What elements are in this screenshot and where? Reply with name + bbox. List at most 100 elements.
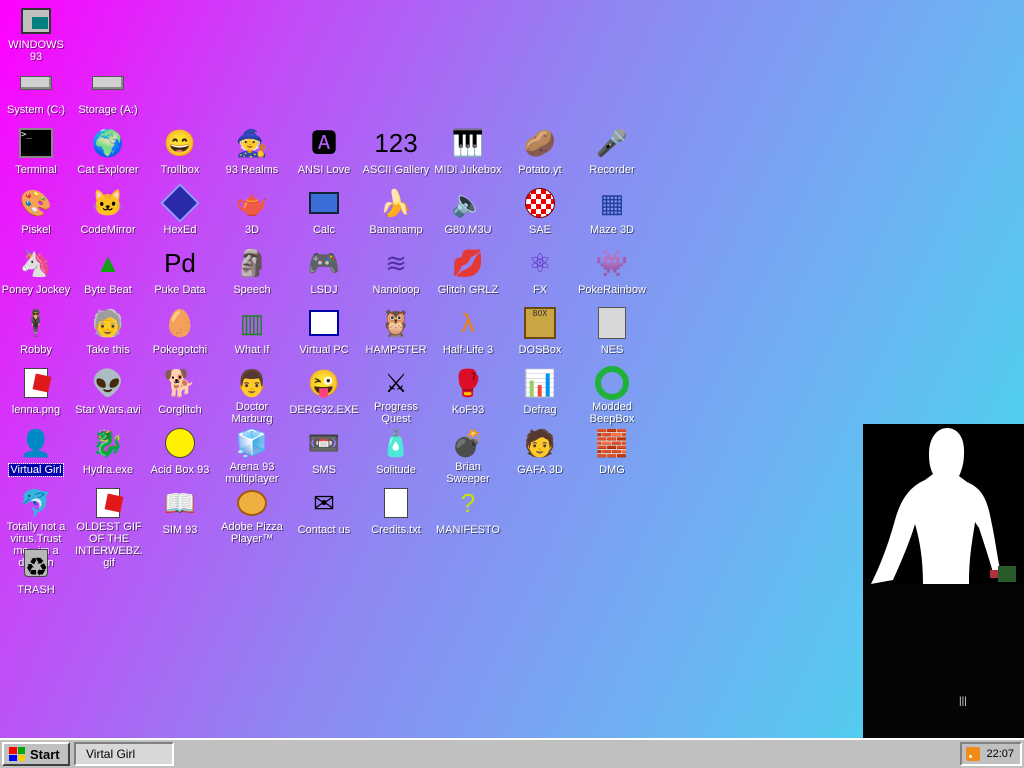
desktop-icon-maze3d[interactable]: ▦ Maze 3D — [576, 186, 648, 246]
desktop-icon-lenna[interactable]: lenna.png — [0, 366, 72, 426]
desktop-icon-hampster[interactable]: 🦉 HAMPSTER — [360, 306, 432, 366]
desktop-icon-moddedbeepbox[interactable]: Modded BeepBox — [576, 366, 648, 426]
desktop-icon-fx[interactable]: ⚛ FX — [504, 246, 576, 306]
desktop-icon-derg32[interactable]: 😜 DERG32.EXE — [288, 366, 360, 426]
desktop-icon-g80m3u[interactable]: 🔈 G80.M3U — [432, 186, 504, 246]
desktop-icon-hexed[interactable]: HexEd — [144, 183, 216, 246]
desktop-icon-dmg[interactable]: 🧱 DMG — [576, 426, 648, 486]
desktop-icon-halflife3[interactable]: λ Half-Life 3 — [432, 306, 504, 366]
desktop-icon-label: ASCII Gallery — [362, 164, 430, 176]
desktop-icon-hydra[interactable]: 🐉 Hydra.exe — [72, 426, 144, 486]
desktop-icon-asciigallery[interactable]: 123 ASCII Gallery — [360, 126, 432, 186]
desktop-icon-manifesto[interactable]: ? MANIFESTO — [432, 486, 504, 546]
desktop-icon-label: 3D — [244, 224, 260, 236]
crossed-swords-icon: ⚔ — [384, 368, 408, 398]
desktop-icon-speech[interactable]: 🗿 Speech — [216, 246, 288, 306]
desktop-icon-label: DERG32.EXE — [289, 404, 359, 416]
desktop-icon-system[interactable]: System (C:) — [0, 66, 72, 126]
rss-icon[interactable] — [966, 747, 981, 761]
desktop-icon-adobepizza[interactable]: Adobe Pizza Player™ — [216, 486, 288, 546]
desktop-icon-sim93[interactable]: 📖 SIM 93 — [144, 486, 216, 546]
sprites-icon: 👾 — [595, 248, 629, 278]
desktop-icon-whatif[interactable]: ▥ What If — [216, 306, 288, 366]
desktop-icon-dosbox[interactable]: BOX DOSBox — [504, 306, 576, 366]
desktop-icon-sae[interactable]: SAE — [504, 186, 576, 246]
desktop-icon-doctormarburg[interactable]: 👨 Doctor Marburg — [216, 366, 288, 426]
desktop-icon-label: HAMPSTER — [365, 344, 427, 356]
desktop-icon-storage[interactable]: Storage (A:) — [72, 66, 144, 126]
desktop-icon-gafa3d[interactable]: 🧑 GAFA 3D — [504, 426, 576, 486]
desktop-icon-poneyjockey[interactable]: 🦄 Poney Jockey — [0, 246, 72, 306]
desktop-icon-acidbox[interactable]: Acid Box 93 — [144, 426, 216, 486]
desktop-icon-robby[interactable]: 🕴 Robby — [0, 306, 72, 366]
desktop-icon-virtualgirl[interactable]: 👤 Virtual Girl — [0, 426, 72, 486]
desktop-icon-ansilove[interactable]: 🅰 ANSI Love — [288, 126, 360, 186]
virtual-girl-video-window[interactable]: ||| — [863, 424, 1024, 742]
dolphin-shortcut-icon: 🐬 — [19, 488, 53, 518]
ascii-numbers-icon: 123 — [374, 128, 418, 158]
desktop-icon-corglitch[interactable]: 🐕 Corglitch — [144, 366, 216, 426]
desktop-icon-oldestgif[interactable]: OLDEST GIF OF THE INTERWEBZ.gif — [72, 486, 144, 569]
teapot-icon: 🫖 — [235, 188, 269, 218]
desktop-icon-terminal[interactable]: >_ Terminal — [0, 126, 72, 186]
desktop-icon-sms[interactable]: 📼 SMS — [288, 426, 360, 486]
old-man-icon: 🧓 — [91, 308, 125, 338]
desktop-icon-label: CodeMirror — [80, 224, 136, 236]
desktop-icon-label: SAE — [528, 224, 551, 236]
desktop-icon-midijukebox[interactable]: 🎹 MIDI Jukebox — [432, 126, 504, 186]
desktop-icon-3d[interactable]: 🫖 3D — [216, 186, 288, 246]
desktop-icon-label: Credits.txt — [371, 524, 421, 536]
mine-icon: 💣 — [451, 428, 485, 458]
desktop-icon-pokegotchi[interactable]: 🥚 Pokegotchi — [144, 306, 216, 366]
desktop-icon-bananamp[interactable]: 🍌 Bananamp — [360, 186, 432, 246]
desktop-icon-label: SIM 93 — [162, 524, 198, 536]
desktop-icon-trash[interactable]: ♻ TRASH — [0, 546, 72, 606]
desktop-icon-recorder[interactable]: 🎤 Recorder — [576, 126, 648, 186]
desktop-icon-label: MANIFESTO — [436, 524, 500, 536]
taskbar-item-virtual-girl[interactable]: Virtal Girl — [74, 742, 174, 766]
desktop-icon-label: Progress Quest — [373, 401, 419, 425]
desktop-icon-glitchgrlz[interactable]: 💋 Glitch GRLZ — [432, 246, 504, 306]
desktop-icon-label: Corglitch — [158, 404, 202, 416]
desktop-icon-pokerainbow[interactable]: 👾 PokeRainbow — [576, 246, 648, 306]
desktop-icon-progressquest[interactable]: ⚔ Progress Quest — [360, 366, 432, 426]
desktop-icon-lsdj[interactable]: 🎮 LSDJ — [288, 246, 360, 306]
desktop-icon-solitude[interactable]: 🧴 Solitude — [360, 426, 432, 486]
desktop-icon-totallynotavirus[interactable]: 🐬Totally not a virus.Trust me...im a dol… — [0, 486, 72, 569]
desktop-icon-takethis[interactable]: 🧓 Take this — [72, 306, 144, 366]
system-tray: 22:07 — [960, 742, 1022, 766]
desktop-icon-pukedata[interactable]: Pd Puke Data — [144, 246, 216, 306]
desktop-icon-label: DOSBox — [518, 344, 562, 356]
wave-lines-icon: ≋ — [385, 248, 407, 278]
desktop-icon-label: MIDI Jukebox — [434, 164, 502, 176]
desktop-icon-credits[interactable]: Credits.txt — [360, 486, 432, 546]
nes-console-icon — [595, 306, 629, 340]
desktop-icon-catexplorer[interactable]: 🌍 Cat Explorer — [72, 126, 144, 186]
desktop-icon-calc[interactable]: Calc — [288, 186, 360, 246]
desktop-icon-arena93[interactable]: 🧊 Arena 93 multiplayer — [216, 426, 288, 486]
desktop-icon-label: Maze 3D — [589, 224, 635, 236]
desktop-icon-briansweeper[interactable]: 💣 Brian Sweeper — [432, 426, 504, 486]
window-icon — [307, 306, 341, 340]
desktop-icon-potato[interactable]: 🥔 Potato.yt — [504, 126, 576, 186]
start-button[interactable]: Start — [2, 742, 70, 766]
desktop-icon-piskel[interactable]: 🎨 Piskel — [0, 186, 72, 246]
desktop-icon-virtualpc[interactable]: Virtual PC — [288, 306, 360, 366]
desktop-icon-trollbox[interactable]: 😄 Trollbox — [144, 126, 216, 186]
desktop-icon-realms[interactable]: 🧙 93 Realms — [216, 126, 288, 186]
text-file-icon — [379, 486, 413, 520]
matrix-icon: ▥ — [239, 308, 265, 338]
desktop-icon-nes[interactable]: NES — [576, 306, 648, 366]
desktop-icon-label: What If — [234, 344, 270, 356]
desktop-icon-windows93[interactable]: WINDOWS 93 — [0, 4, 72, 64]
terminal-icon: >_ — [19, 126, 53, 160]
taskbar: Start Virtal Girl 22:07 — [0, 738, 1024, 768]
desktop-icon-nanoloop[interactable]: ≋ Nanoloop — [360, 246, 432, 306]
desktop-icon-defrag[interactable]: 📊 Defrag — [504, 366, 576, 426]
desktop-icon-bytebeat[interactable]: ▲ Byte Beat — [72, 246, 144, 306]
desktop-icon-contactus[interactable]: ✉ Contact us — [288, 486, 360, 546]
desktop-icon-kof93[interactable]: 🥊 KoF93 — [432, 366, 504, 426]
desktop-icon-codemirror[interactable]: 🐱 CodeMirror — [72, 186, 144, 246]
desktop-icon-label: Star Wars.avi — [75, 404, 141, 416]
desktop-icon-starwars[interactable]: 👽 Star Wars.avi — [72, 366, 144, 426]
